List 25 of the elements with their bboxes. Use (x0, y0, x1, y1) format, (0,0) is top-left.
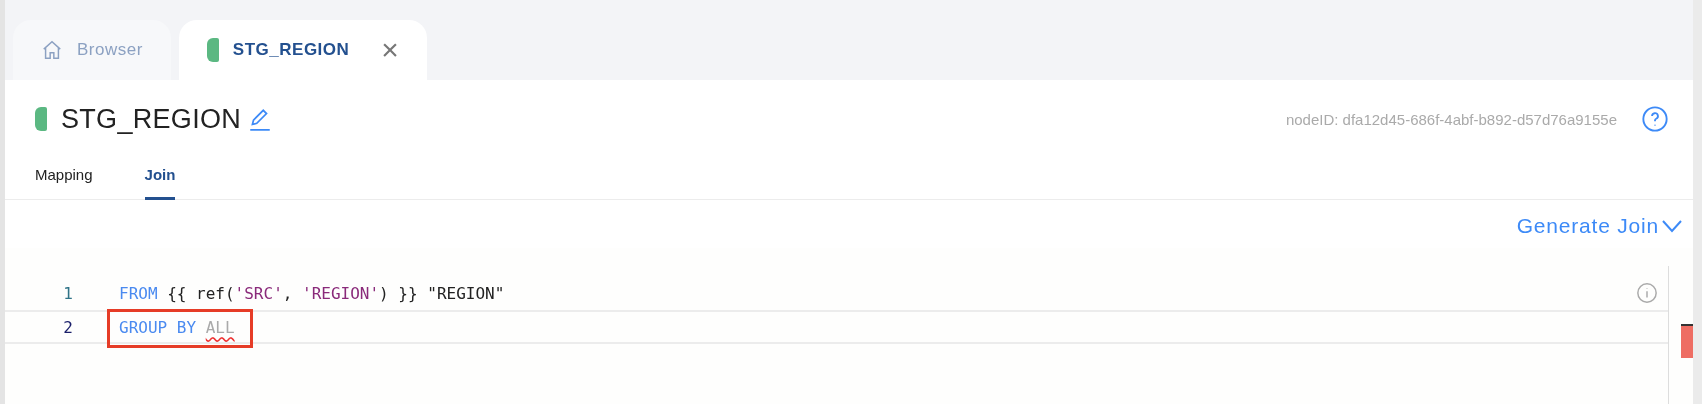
code-token: ) }} "REGION" (379, 283, 505, 303)
code-token: 'SRC' (234, 283, 283, 303)
node-id: nodeID: dfa12d45-686f-4abf-b892-d57d76a9155e (1285, 110, 1617, 128)
sub-tab[interactable]: Join (144, 166, 176, 200)
line-number: 2 (62, 317, 73, 337)
tab[interactable]: STG_REGION × (178, 20, 428, 80)
code-token: 'REGION' (302, 283, 380, 303)
info-icon[interactable] (1636, 282, 1658, 304)
tab-label: STG_REGION (232, 40, 350, 60)
home-icon (41, 39, 63, 61)
error-marker (1681, 324, 1693, 358)
code-token: ALL (205, 317, 235, 337)
node-color-icon (206, 38, 219, 62)
node-title: STG_REGION (61, 103, 242, 135)
code-token: GROUP BY (119, 317, 198, 337)
chevron-down-icon (1661, 218, 1683, 234)
sub-tab[interactable]: Mapping (35, 166, 93, 200)
code-token: FROM (119, 283, 158, 303)
code-token: , (282, 283, 294, 303)
close-icon[interactable]: × (381, 33, 400, 67)
node-color-icon (35, 107, 47, 131)
line-number: 1 (62, 283, 73, 303)
code-token: {{ ref( (166, 283, 235, 303)
tab-label: Browser (77, 40, 143, 60)
help-icon[interactable] (1641, 105, 1669, 133)
